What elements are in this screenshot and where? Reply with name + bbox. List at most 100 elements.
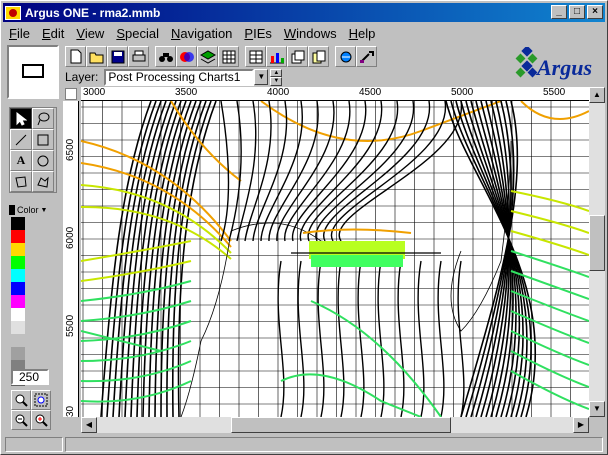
magnify-icon[interactable] [11, 390, 31, 410]
rectangle-preview-icon [22, 64, 44, 78]
print-icon[interactable] [128, 46, 149, 67]
save-icon[interactable] [107, 46, 128, 67]
freeform-tool-icon[interactable] [32, 171, 54, 192]
menu-navigation[interactable]: Navigation [165, 26, 238, 41]
layer-selector-row: Layer: Post Processing Charts1 ▼ ▲ ▼ [65, 68, 283, 86]
contour-line [297, 260, 305, 417]
table-icon[interactable] [245, 46, 266, 67]
color-swatch[interactable] [11, 269, 25, 282]
contour-map[interactable] [81, 101, 589, 417]
contour-line [310, 300, 442, 417]
lasso-tool-icon[interactable] [32, 108, 54, 129]
minimize-button[interactable]: _ [551, 5, 567, 19]
color-swatch[interactable] [11, 256, 25, 269]
vertical-scrollbar[interactable]: ▲ ▼ [589, 87, 605, 417]
grid-icon[interactable] [218, 46, 239, 67]
menu-view[interactable]: View [70, 26, 110, 41]
zoom-fit-icon[interactable] [31, 390, 51, 410]
ruler-y-label: 6000 [65, 226, 76, 249]
contour-line [277, 260, 285, 417]
ellipse-tool-icon[interactable] [32, 150, 54, 171]
color-swatch[interactable] [11, 321, 25, 334]
contour-line [252, 101, 288, 242]
scroll-down-icon[interactable]: ▼ [589, 401, 605, 417]
domain-boundary [180, 230, 232, 417]
chevron-down-icon: ▼ [40, 206, 48, 214]
export-icon[interactable] [335, 46, 356, 67]
menu-special[interactable]: Special [110, 26, 165, 41]
color-swatch[interactable] [11, 282, 25, 295]
contour-line [397, 260, 405, 417]
central-structure [291, 228, 441, 267]
contour-line [136, 101, 182, 417]
chevron-down-icon[interactable]: ▼ [254, 69, 269, 85]
app-icon[interactable] [5, 5, 21, 20]
text-tool-icon[interactable]: A [10, 150, 32, 171]
layer-dropdown[interactable]: Post Processing Charts1 [104, 68, 255, 86]
color-swatch[interactable] [11, 217, 25, 230]
menu-edit[interactable]: Edit [36, 26, 70, 41]
contour-line [81, 380, 192, 403]
zoom-tools [11, 390, 51, 430]
contour-line [510, 190, 589, 212]
scroll-left-icon[interactable]: ◀ [81, 417, 97, 433]
argus-logo: Argus [515, 45, 605, 83]
layer-value: Post Processing Charts1 [108, 70, 241, 84]
menu-windows[interactable]: Windows [278, 26, 343, 41]
main-toolbar [65, 46, 377, 68]
menu-bar: File Edit View Special Navigation PIEs W… [3, 23, 381, 43]
layer-spinner[interactable]: ▲ ▼ [270, 68, 283, 86]
contour-line [337, 260, 345, 417]
value-field[interactable]: 250 [11, 369, 49, 385]
chart-icon[interactable] [266, 46, 287, 67]
color-palette [11, 217, 25, 386]
color-icon[interactable] [176, 46, 197, 67]
open-folder-icon[interactable] [86, 46, 107, 67]
color-icon [9, 205, 15, 215]
shape-preview [7, 45, 59, 99]
color-swatch[interactable] [11, 308, 25, 321]
menu-pies[interactable]: PIEs [238, 26, 277, 41]
color-swatch[interactable] [11, 295, 25, 308]
horizontal-scroll-thumb[interactable] [231, 417, 451, 433]
spinner-down-icon[interactable]: ▼ [270, 77, 283, 86]
map-canvas[interactable] [81, 101, 589, 417]
copy-icon[interactable] [308, 46, 329, 67]
color-swatch[interactable] [11, 243, 25, 256]
maximize-button[interactable]: □ [569, 5, 585, 19]
horizontal-scrollbar[interactable]: ◀ ▶ [81, 417, 589, 433]
stack-icon[interactable] [287, 46, 308, 67]
color-header[interactable]: Color ▼ [9, 203, 55, 217]
color-swatch[interactable] [11, 230, 25, 243]
ruler-x-label: 4000 [267, 87, 290, 98]
new-document-icon[interactable] [65, 46, 86, 67]
menu-file[interactable]: File [3, 26, 36, 41]
color-swatch[interactable] [11, 334, 25, 347]
contour-line [437, 260, 445, 417]
title-bar[interactable]: Argus ONE - rma2.mmb _ □ × [3, 3, 605, 22]
spinner-up-icon[interactable]: ▲ [270, 68, 283, 77]
pointer-tool-icon[interactable] [10, 108, 32, 129]
line-tool-icon[interactable] [10, 129, 32, 150]
color-swatch[interactable] [11, 347, 25, 360]
ruler-vertical: 6500 6000 5500 30 [63, 101, 79, 417]
contour-line [177, 101, 217, 417]
ruler-corner[interactable] [65, 88, 77, 100]
rectangle-tool-icon[interactable] [32, 129, 54, 150]
binoculars-icon[interactable] [155, 46, 176, 67]
contour-line [510, 350, 589, 388]
zoom-in-icon[interactable] [31, 410, 51, 430]
polygon-tool-icon[interactable] [10, 171, 32, 192]
contour-line [510, 230, 589, 256]
zoom-out-icon[interactable] [11, 410, 31, 430]
logo-text: Argus [537, 55, 593, 80]
scroll-right-icon[interactable]: ▶ [573, 417, 589, 433]
layers-icon[interactable] [197, 46, 218, 67]
ruler-y-label: 6500 [65, 138, 76, 161]
tools-icon[interactable] [356, 46, 377, 67]
scroll-up-icon[interactable]: ▲ [589, 87, 605, 103]
menu-help[interactable]: Help [343, 26, 382, 41]
vertical-scroll-thumb[interactable] [589, 215, 605, 271]
window-controls: _ □ × [551, 5, 603, 19]
close-button[interactable]: × [587, 5, 603, 19]
